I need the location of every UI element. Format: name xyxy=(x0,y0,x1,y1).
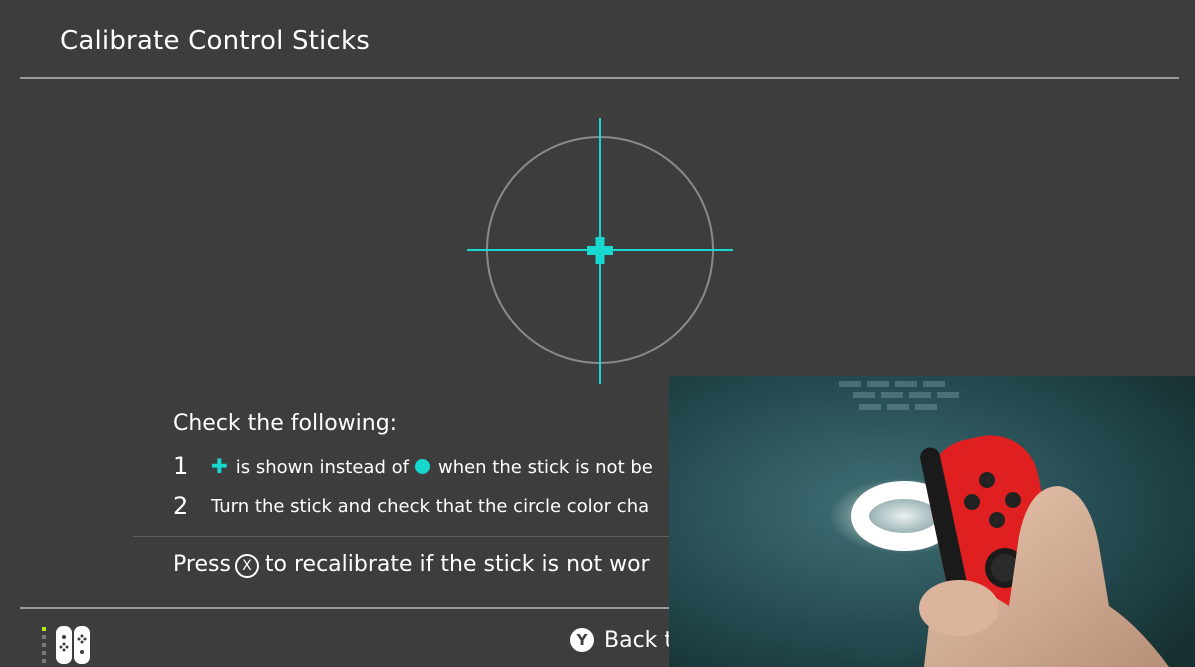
dot-icon xyxy=(414,459,430,474)
plus-icon: ✚ xyxy=(211,454,228,478)
check-heading: Check the following: xyxy=(173,411,398,436)
step-1-text-a: is shown instead of xyxy=(235,457,409,478)
back-button[interactable]: Y Back t xyxy=(570,628,670,653)
press-prefix: Press xyxy=(173,552,231,577)
step-2: 2 Turn the stick and check that the circ… xyxy=(173,492,649,520)
recalibrate-hint: Press Xto recalibrate if the stick is not… xyxy=(173,552,673,578)
step-number: 1 xyxy=(173,452,189,480)
joycon-pair-icon xyxy=(42,626,90,664)
step-1: 1 ✚ is shown instead of when the stick is … xyxy=(173,452,653,480)
back-label: Back t xyxy=(604,628,670,653)
instructions: Check the following: 1 ✚ is shown instead… xyxy=(173,408,693,538)
camera-overlay-photo xyxy=(669,376,1195,667)
stick-position-plus-icon xyxy=(587,237,613,264)
step-2-text: Turn the stick and check that the circle… xyxy=(211,495,650,517)
x-button-icon[interactable]: X xyxy=(234,554,259,578)
calibrate-screen: Calibrate Control Sticks Check the follo… xyxy=(0,0,1195,667)
press-suffix: to recalibrate if the stick is not wor xyxy=(264,552,650,577)
y-button-icon: Y xyxy=(570,628,594,652)
step-text: ✚ is shown instead of when the stick is no… xyxy=(211,454,653,478)
step-1-text-b: when the stick is not be xyxy=(437,457,653,478)
step-number: 2 xyxy=(173,492,189,520)
section-divider xyxy=(133,536,693,537)
